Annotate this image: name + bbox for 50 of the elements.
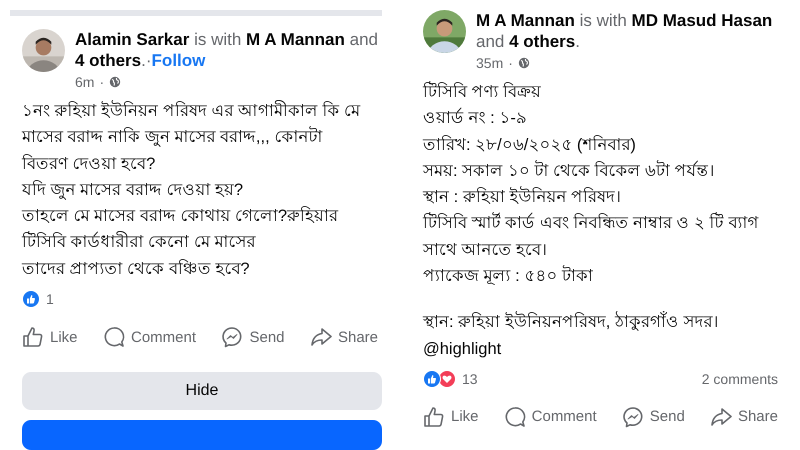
thumbs-up-icon [22, 326, 44, 348]
like-reaction-icon [22, 290, 40, 308]
separator-dot: · [99, 74, 104, 90]
hide-button[interactable]: Hide [22, 372, 382, 410]
share-button[interactable]: Share [310, 326, 378, 348]
post-time: 35m [476, 55, 504, 71]
reaction-count: 1 [46, 291, 54, 307]
speech-bubble-icon [102, 326, 125, 348]
send-button[interactable]: Send [221, 326, 285, 348]
globe-icon [109, 76, 122, 88]
comment-button[interactable]: Comment [102, 326, 196, 348]
post-text-line: টিসিবি কার্ডধারীরা কেনো মে মাসের [22, 230, 257, 254]
comment-button[interactable]: Comment [504, 406, 597, 428]
share-arrow-icon [310, 326, 332, 348]
post-text-line: টিসিবি পণ্য বিক্রয় [423, 80, 542, 103]
post-text-line: ওয়ার্ড নং : ১-৯ [423, 106, 528, 130]
speech-bubble-icon [504, 406, 526, 428]
separator-dot: · [508, 55, 513, 71]
comment-count[interactable]: 2 comments [702, 370, 778, 387]
post-text-line: স্থান: রুহিয়া ইউনিয়নপরিষদ, ঠাকুরগাঁও সদর। [423, 310, 720, 334]
post-text-line: যদি জুন মাসের বরাদ্দ দেওয়া হয়? [22, 179, 244, 202]
like-button[interactable]: Like [423, 406, 479, 428]
globe-icon [518, 57, 530, 69]
post-text-line: তারিখ: ২৮/০৬/২০২৫ (শনিবার) [423, 134, 637, 156]
like-button[interactable]: Like [22, 326, 78, 348]
post-text-line: সাথে আনতে হবে। [423, 240, 548, 261]
heart-reaction-icon [438, 370, 456, 388]
messenger-icon [622, 406, 644, 428]
post-text-line: বিতরণ দেওয়া হবে? [22, 153, 156, 175]
thumbs-up-icon [423, 406, 445, 428]
primary-button[interactable] [22, 420, 382, 450]
post-text-line: তাহলে মে মাসের বরাদ্দ কোথায় গেলো?রুহিয়ার [22, 205, 340, 228]
post-time: 6m [75, 74, 94, 90]
reaction-count: 13 [462, 370, 478, 387]
post-text-line: টিসিবি স্মার্ট কার্ড এবং নিবন্ধিত নাম্বার ও ২ টি ব্যাগ [423, 211, 760, 234]
post-text-line: মাসের বরাদ্দ নাকি জুন মাসের বরাদ্দ,,, কোনটা [22, 125, 324, 149]
post-header: M A Mannan is with MD Masud Hasan and 4 others. [476, 10, 774, 52]
messenger-icon [221, 326, 244, 348]
post-text-line: স্থান : রুহিয়া ইউনিয়ন পরিষদ। [423, 185, 622, 208]
follow-link[interactable]: Follow [152, 50, 206, 70]
post-header: Alamin Sarkar is with M A Mannan and 4 others.·Follow [75, 28, 379, 71]
post-text-line: প্যাকেজ মূল্য : ৫৪০ টাকা [423, 264, 594, 288]
post-text-line: @highlight [423, 338, 502, 360]
post-text-line: ১নং রুহিয়া ইউনিয়ন পরিষদ এর আগামীকাল কি মে [22, 99, 362, 122]
share-arrow-icon [710, 406, 732, 428]
post-text-line: তাদের প্রাপ্যতা থেকে বঞ্চিত হবে? [22, 258, 251, 280]
share-button[interactable]: Share [710, 406, 778, 428]
like-reaction-icon [423, 370, 441, 388]
send-button[interactable]: Send [622, 406, 685, 428]
post-text-line: সময়: সকাল ১০ টা থেকে বিকেল ৬টা পর্যন্ত। [423, 159, 716, 182]
